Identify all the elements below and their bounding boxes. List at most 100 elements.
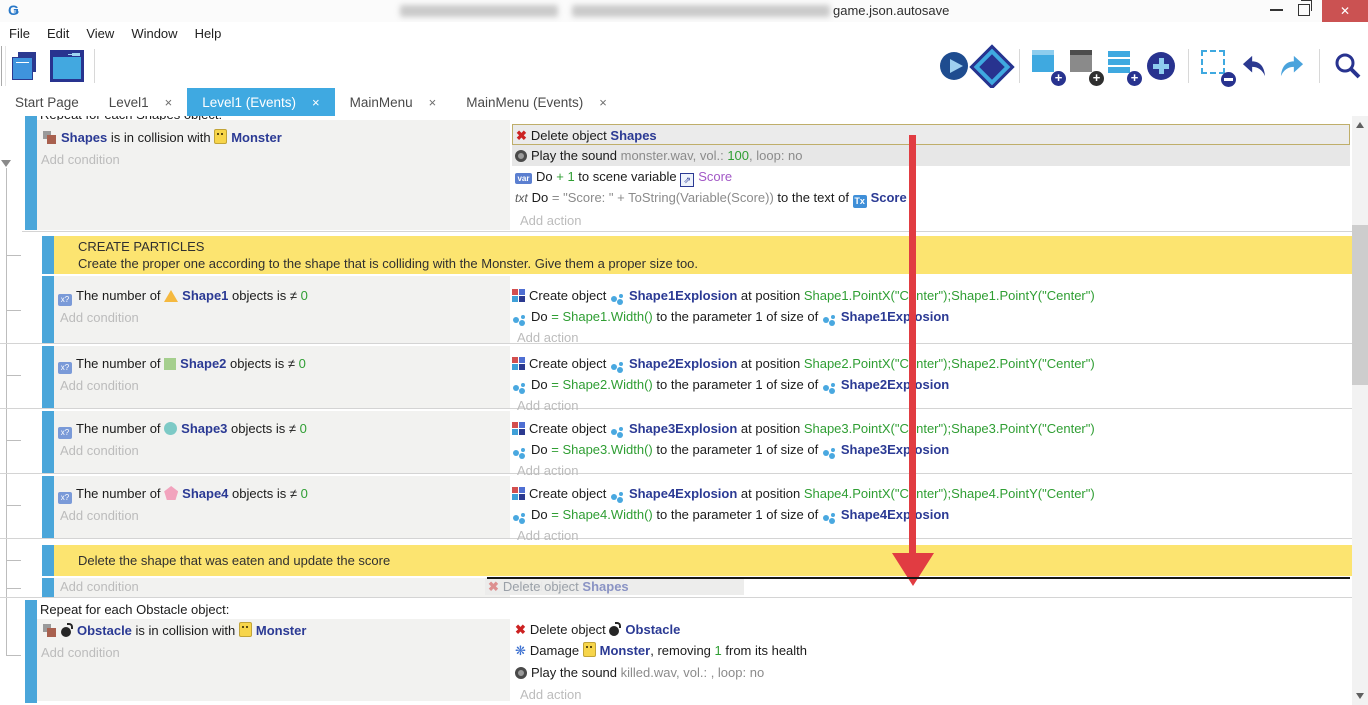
tab-label: Level1 bbox=[109, 95, 149, 110]
action-set-size[interactable]: Do = Shape4.Width() to the parameter 1 o… bbox=[512, 504, 1350, 525]
add-action-link[interactable]: Add action bbox=[512, 327, 1350, 348]
event-drag-handle[interactable] bbox=[25, 600, 37, 703]
add-condition-link[interactable]: Add condition bbox=[60, 307, 139, 328]
action-set-size[interactable]: Do = Shape1.Width() to the parameter 1 o… bbox=[512, 306, 1350, 327]
condition-count[interactable]: x?The number of Shape2 objects is ≠ 0 bbox=[58, 353, 306, 374]
vertical-scrollbar[interactable] bbox=[1352, 116, 1368, 705]
scrollbar-thumb[interactable] bbox=[1352, 225, 1368, 385]
event-shape4[interactable]: x?The number of Shape4 objects is ≠ 0 Ad… bbox=[0, 476, 1352, 539]
add-condition-link[interactable]: Add condition bbox=[60, 440, 139, 461]
action-create-object[interactable]: Create object Shape4Explosion at positio… bbox=[512, 483, 1350, 504]
add-condition-link[interactable]: Add condition bbox=[41, 149, 120, 170]
menu-help[interactable]: Help bbox=[195, 26, 222, 41]
event-drag-handle[interactable] bbox=[42, 476, 54, 538]
event-drag-handle[interactable] bbox=[42, 545, 54, 576]
scroll-up-icon[interactable] bbox=[1356, 122, 1364, 128]
event-header[interactable]: Repeat for each Obstacle object: bbox=[40, 601, 229, 618]
event-shape3[interactable]: x?The number of Shape3 objects is ≠ 0 Ad… bbox=[0, 411, 1352, 474]
action-play-sound[interactable]: Play the sound monster.wav, vol.: 100, l… bbox=[512, 145, 1350, 166]
redo-button[interactable] bbox=[1275, 48, 1309, 84]
particle-object-icon bbox=[611, 494, 617, 500]
event-drag-handle[interactable] bbox=[42, 578, 54, 597]
event-repeat-shapes[interactable]: Repeat for each Shapes object: Shapes is… bbox=[0, 116, 1352, 231]
tab-mainmenu-events[interactable]: MainMenu (Events)× bbox=[451, 88, 622, 116]
add-comment-button[interactable]: + bbox=[1106, 48, 1140, 84]
close-icon[interactable]: × bbox=[429, 95, 437, 110]
toolbar-gripper[interactable] bbox=[1, 46, 6, 86]
add-condition-link[interactable]: Add condition bbox=[60, 505, 139, 526]
action-damage-monster[interactable]: ❋Damage Monster, removing 1 from its hea… bbox=[512, 640, 1350, 661]
condition-count[interactable]: x?The number of Shape1 objects is ≠ 0 bbox=[58, 285, 308, 306]
play-button[interactable] bbox=[937, 48, 971, 84]
add-condition-link[interactable]: Add condition bbox=[60, 577, 139, 596]
add-event-button[interactable]: + bbox=[1030, 48, 1064, 84]
minimize-button[interactable] bbox=[1270, 9, 1283, 11]
condition-text: objects is bbox=[226, 356, 287, 371]
delete-event-button[interactable] bbox=[1199, 48, 1233, 84]
add-condition-link[interactable]: Add condition bbox=[41, 642, 120, 663]
title-bar: Ǥ game.json.autosave ✕ bbox=[0, 0, 1368, 23]
action-set-size[interactable]: Do = Shape3.Width() to the parameter 1 o… bbox=[512, 439, 1350, 460]
bomb-icon bbox=[609, 622, 621, 636]
tab-level1[interactable]: Level1 × bbox=[94, 88, 187, 116]
add-other-button[interactable] bbox=[1144, 48, 1178, 84]
close-button[interactable]: ✕ bbox=[1322, 0, 1368, 22]
menu-file[interactable]: File bbox=[9, 26, 30, 41]
add-action-link[interactable]: Add action bbox=[512, 684, 1350, 705]
event-shape1[interactable]: x?The number of Shape1 objects is ≠ 0 Ad… bbox=[0, 276, 1352, 344]
variable-icon: var bbox=[515, 173, 532, 184]
action-set-text[interactable]: txtDo = "Score: " + ToString(Variable(Sc… bbox=[512, 187, 1350, 208]
comment-delete-shape[interactable]: Delete the shape that was eaten and upda… bbox=[0, 545, 1352, 576]
condition-collision[interactable]: Shapes is in collision with Monster bbox=[43, 127, 282, 148]
action-delete-shapes[interactable]: ✖Delete object Shapes bbox=[512, 124, 1350, 145]
drop-indicator-line bbox=[487, 577, 1350, 579]
close-icon[interactable]: × bbox=[165, 95, 173, 110]
redo-icon bbox=[1278, 54, 1306, 78]
undo-button[interactable] bbox=[1237, 48, 1271, 84]
scroll-down-icon[interactable] bbox=[1356, 693, 1364, 699]
menu-edit[interactable]: Edit bbox=[47, 26, 69, 41]
event-drag-handle[interactable] bbox=[42, 346, 54, 408]
tab-mainmenu[interactable]: MainMenu× bbox=[335, 88, 452, 116]
action-play-sound[interactable]: Play the sound killed.wav, vol.: , loop:… bbox=[512, 662, 1350, 683]
action-scene-variable[interactable]: varDo + 1 to scene variable ⇗Score bbox=[512, 166, 1350, 187]
action-text: to the parameter 1 of size of bbox=[653, 377, 822, 392]
condition-count[interactable]: x?The number of Shape4 objects is ≠ 0 bbox=[58, 483, 308, 504]
add-action-link[interactable]: Add action bbox=[512, 210, 1350, 231]
restore-button[interactable] bbox=[1298, 4, 1310, 16]
comment-create-particles[interactable]: CREATE PARTICLES Create the proper one a… bbox=[0, 236, 1352, 274]
event-repeat-obstacle[interactable]: Repeat for each Obstacle object: Obstacl… bbox=[0, 600, 1352, 705]
event-shape2[interactable]: x?The number of Shape2 objects is ≠ 0 Ad… bbox=[0, 346, 1352, 409]
event-drag-handle[interactable] bbox=[42, 411, 54, 473]
add-action-link[interactable]: Add action bbox=[512, 525, 1350, 546]
condition-collision[interactable]: Obstacle is in collision with Monster bbox=[43, 620, 306, 641]
toolbar-separator bbox=[1188, 49, 1189, 83]
search-button[interactable] bbox=[1330, 48, 1364, 84]
comment-body: Create the proper one according to the s… bbox=[54, 255, 1352, 272]
action-set-size[interactable]: Do = Shape2.Width() to the parameter 1 o… bbox=[512, 374, 1350, 395]
scene-editor-button[interactable] bbox=[50, 48, 84, 84]
tab-start-page[interactable]: Start Page bbox=[0, 88, 94, 116]
action-delete-obstacle[interactable]: ✖Delete object Obstacle bbox=[512, 619, 1350, 640]
add-condition-link[interactable]: Add condition bbox=[60, 375, 139, 396]
menu-view[interactable]: View bbox=[86, 26, 114, 41]
action-create-object[interactable]: Create object Shape3Explosion at positio… bbox=[512, 418, 1350, 439]
debug-button[interactable] bbox=[975, 48, 1009, 84]
condition-count[interactable]: x?The number of Shape3 objects is ≠ 0 bbox=[58, 418, 307, 439]
close-icon[interactable]: × bbox=[599, 95, 607, 110]
action-create-object[interactable]: Create object Shape1Explosion at positio… bbox=[512, 285, 1350, 306]
event-drag-handle[interactable] bbox=[25, 116, 37, 230]
close-icon[interactable]: × bbox=[312, 95, 320, 110]
menu-window[interactable]: Window bbox=[131, 26, 177, 41]
expression: = Shape2.Width() bbox=[551, 377, 653, 392]
event-drag-handle[interactable] bbox=[42, 236, 54, 274]
tab-level1-events[interactable]: Level1 (Events)× bbox=[187, 88, 334, 116]
particle-object-icon bbox=[823, 515, 829, 521]
event-drag-handle[interactable] bbox=[42, 276, 54, 343]
action-create-object[interactable]: Create object Shape2Explosion at positio… bbox=[512, 353, 1350, 374]
param: killed.wav, vol.: , loop: no bbox=[621, 665, 765, 680]
expression: = "Score: " + ToString(Variable(Score)) bbox=[552, 190, 774, 205]
project-manager-button[interactable] bbox=[8, 48, 42, 84]
add-sub-event-button[interactable]: + bbox=[1068, 48, 1102, 84]
add-event-icon bbox=[1032, 50, 1054, 72]
